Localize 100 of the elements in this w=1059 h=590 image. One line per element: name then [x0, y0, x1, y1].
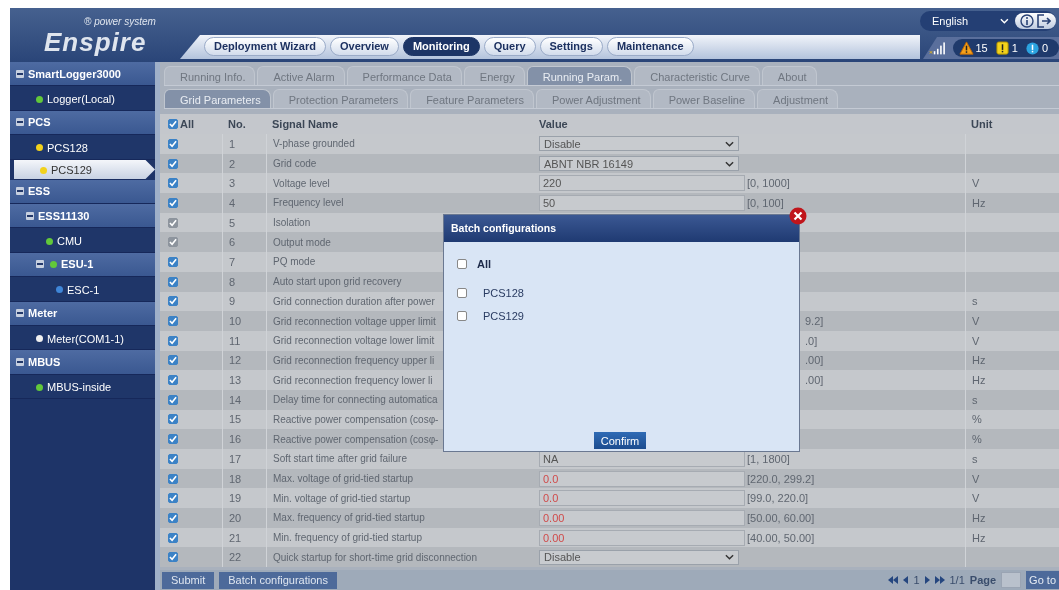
checkbox[interactable] [168, 119, 178, 129]
collapse-icon[interactable] [16, 358, 24, 366]
collapse-icon[interactable] [36, 260, 44, 269]
collapse-icon[interactable] [26, 211, 34, 220]
sidebar-item[interactable]: MBUS [10, 350, 155, 375]
range-text: [99.0, 220.0] [747, 492, 809, 505]
signal-name: Output mode [273, 236, 331, 248]
input-field[interactable]: 0.00 [539, 509, 745, 526]
input-field[interactable]: 0.00 [539, 529, 745, 546]
checkbox-label: All [477, 257, 492, 270]
sidebar-item[interactable]: SmartLogger3000 [10, 62, 155, 87]
checkbox[interactable] [168, 414, 178, 425]
checkbox[interactable] [168, 335, 178, 346]
checkbox[interactable] [168, 375, 178, 386]
sidebar-item[interactable]: ESU-1 [10, 252, 155, 278]
checkbox[interactable] [168, 453, 178, 464]
go-to-button[interactable]: Go to [1026, 571, 1059, 589]
checkbox[interactable] [168, 316, 178, 327]
sidebar-label: PCS128 [47, 141, 88, 154]
sidebar-item[interactable]: Meter [10, 301, 155, 326]
collapse-icon[interactable] [16, 187, 24, 196]
chevron-icon[interactable] [1000, 18, 1010, 24]
range-text: [220.0, 299.2] [747, 472, 815, 485]
collapse-icon[interactable] [16, 69, 24, 78]
unit-text: V [972, 334, 980, 347]
row-number: 19 [229, 492, 242, 505]
sidebar-item[interactable]: ESS11130 [10, 203, 155, 229]
input-field[interactable]: 0.0 [539, 470, 745, 487]
nav-tab[interactable]: Overview [330, 37, 399, 56]
exclamation-square-icon[interactable] [994, 40, 1010, 56]
collapse-icon[interactable] [16, 118, 24, 127]
unit-text: Hz [972, 531, 986, 544]
page-count: 1/1 [949, 574, 965, 586]
row-number: 21 [229, 531, 242, 544]
row-number: 4 [229, 196, 236, 209]
row-number: 2 [229, 157, 236, 170]
tab[interactable]: Grid Parameters [164, 89, 271, 108]
checkbox[interactable] [168, 197, 178, 208]
first-page-icon[interactable] [888, 576, 899, 584]
page-input[interactable] [1001, 572, 1022, 588]
sidebar-item[interactable]: PCS [10, 110, 155, 136]
input-field[interactable]: 0.0 [539, 490, 745, 507]
previous-page-icon[interactable] [903, 576, 909, 584]
input-field[interactable]: 50 [539, 194, 745, 211]
nav-tab[interactable]: Deployment Wizard [204, 37, 326, 56]
confirm-button[interactable]: Confirm [594, 432, 646, 449]
collapse-icon[interactable] [16, 309, 24, 318]
range-text: [0, 100] [747, 196, 784, 209]
sidebar-label: ESC-1 [67, 283, 100, 296]
nav-tab[interactable]: Monitoring [402, 37, 480, 56]
language-select[interactable]: English [920, 15, 985, 27]
checkbox[interactable] [168, 138, 178, 149]
warning-triangle-icon[interactable] [958, 40, 974, 56]
input-field[interactable]: 220 [539, 175, 745, 192]
exclamation-circle-icon[interactable] [1024, 40, 1040, 56]
checkbox[interactable] [457, 258, 467, 269]
checkbox[interactable] [168, 532, 178, 543]
page-number[interactable]: 1 [913, 574, 920, 586]
checkbox[interactable] [168, 256, 178, 267]
checkbox[interactable] [168, 178, 178, 189]
row-number: 1 [229, 137, 236, 150]
sidebar-item[interactable]: ESS [10, 179, 155, 204]
nav-tab[interactable]: Maintenance [606, 37, 694, 56]
column-header: Unit [970, 118, 994, 130]
sidebar-collapse-handle[interactable] [155, 62, 160, 590]
checkbox[interactable] [168, 512, 178, 523]
checkbox[interactable] [168, 552, 178, 563]
next-page-icon[interactable] [924, 576, 930, 584]
checkbox[interactable] [168, 394, 178, 405]
checkbox[interactable] [168, 276, 178, 287]
checkbox[interactable] [168, 158, 178, 169]
range-text: [50.00, 60.00] [747, 511, 815, 524]
sidebar-label: PCS129 [51, 164, 92, 177]
sidebar-item[interactable]: PCS129 [14, 159, 155, 180]
logo: Enspire [44, 28, 147, 56]
sidebar-label: MBUS-inside [47, 381, 112, 394]
unit-text: % [972, 413, 982, 426]
checkbox[interactable] [457, 310, 467, 321]
tab[interactable]: Running Param. [526, 66, 633, 85]
dropdown[interactable]: ABNT NBR 16149 [539, 156, 739, 172]
checkbox[interactable] [168, 355, 178, 366]
last-page-icon[interactable] [934, 576, 945, 584]
nav-tab[interactable]: Settings [539, 37, 603, 56]
checkbox[interactable] [457, 287, 467, 298]
dropdown[interactable]: Disable [539, 136, 739, 152]
checkbox[interactable] [168, 473, 178, 484]
unit-text: V [972, 472, 980, 485]
info-icon[interactable] [1020, 14, 1035, 28]
dropdown[interactable]: Disable [539, 549, 739, 565]
checkbox[interactable] [168, 296, 178, 307]
footer-button[interactable]: Batch configurations [219, 571, 337, 589]
close-icon[interactable] [789, 207, 807, 225]
checkbox[interactable] [168, 434, 178, 445]
nav-tab[interactable]: Query [483, 37, 536, 56]
sidebar-label: CMU [57, 235, 83, 248]
footer-button[interactable]: Submit [162, 571, 215, 589]
logout-icon[interactable] [1036, 14, 1052, 28]
checkbox[interactable] [168, 493, 178, 504]
unit-text: Hz [972, 196, 986, 209]
sidebar-label: ESS11130 [38, 209, 90, 222]
